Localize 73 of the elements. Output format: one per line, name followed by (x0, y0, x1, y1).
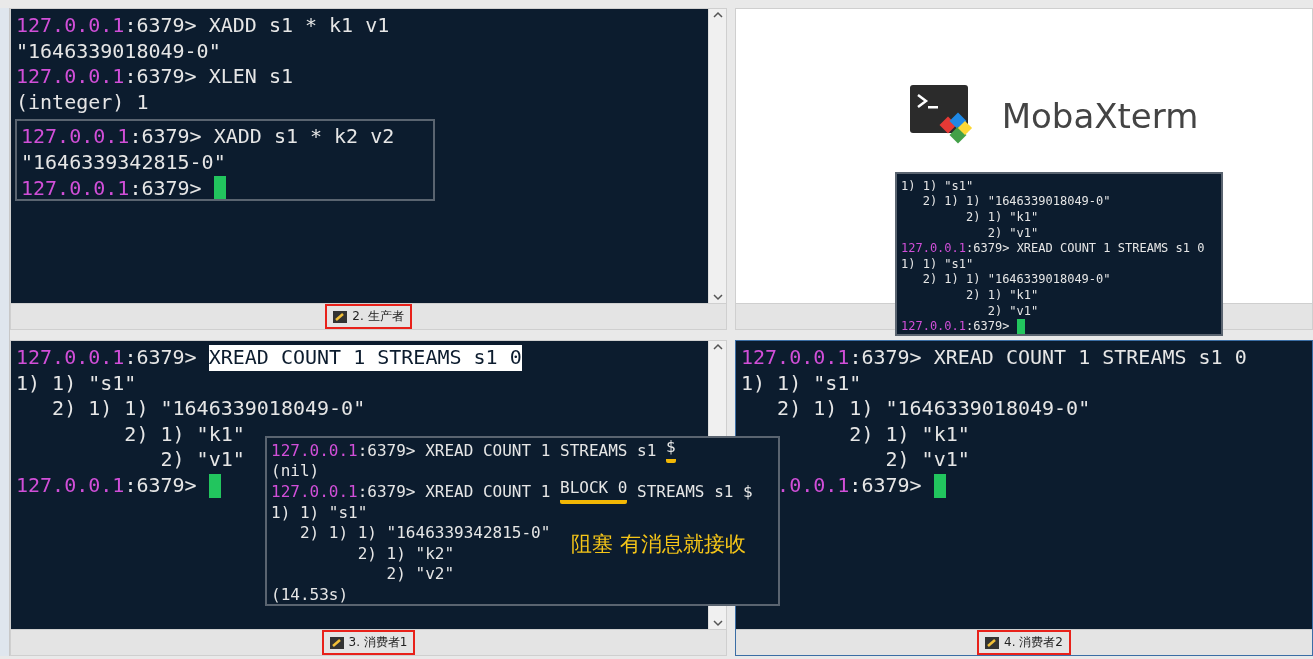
session-tab[interactable]: 3. 消费者1 (321, 630, 416, 655)
app-logo-text: MobaXterm (1001, 96, 1199, 136)
output-text: (14.53s) (271, 584, 349, 604)
output-text: 1) 1) "s1" (16, 370, 137, 397)
output-text: 2) 1) "k1" (848, 421, 970, 448)
output-text: 2) 1) "k1" (965, 210, 1039, 224)
prompt-port: :6379> (849, 472, 923, 499)
prompt-host: 127.0.0.1 (21, 176, 130, 199)
key-icon (333, 310, 348, 323)
output-text: 1) 1) "s1" (901, 178, 974, 193)
scroll-up-icon[interactable] (712, 11, 723, 18)
output-text: 2) 1) 1) "1646339018049-0" (776, 396, 1091, 422)
prompt-port: :6379> (966, 241, 1011, 256)
command-text: XREAD COUNT 1 STREAMS s1 0 (933, 345, 1247, 371)
output-text: 2) "v2" (385, 564, 455, 584)
output-text: 2) 1) 1) "1646339018049-0" (51, 396, 366, 422)
output-text: 2) 1) 1) "1646339342815-0" (298, 523, 551, 543)
prompt-port: :6379> (124, 64, 198, 90)
prompt-host: .0.0.1 (777, 472, 850, 499)
prompt-host: 127.0.0.1 (901, 319, 967, 334)
scroll-down-icon[interactable] (712, 294, 723, 301)
output-text: 2) 1) "k1" (123, 421, 245, 448)
output-text: 1) 1) "s1" (271, 502, 368, 522)
prompt-port: :6379> (124, 345, 198, 371)
output-text: 2) "v1" (986, 225, 1039, 240)
prompt-host: 127.0.0.1 (16, 472, 125, 499)
scroll-up-icon[interactable] (712, 343, 723, 350)
command-text: XREAD COUNT 1 STREAMS s1 (425, 440, 658, 460)
session-tab[interactable]: 2. 生产者 (325, 304, 412, 329)
prompt-host: 127.0.0.1 (901, 241, 967, 256)
output-text: 1) 1) "s1" (741, 370, 862, 397)
key-icon (329, 636, 344, 649)
prompt-host: 127.0.0.1 (21, 124, 130, 148)
output-text: 2) 1) "k1" (965, 287, 1039, 302)
command-text: XREAD COUNT 1 STREAMS s1 0 (1016, 241, 1205, 256)
output-text: 2) 1) 1) "1646339018049-0" (921, 194, 1111, 209)
prompt-host: 127.0.0.1 (16, 345, 125, 371)
command-text: XLEN s1 (208, 64, 293, 90)
command-text: XADD s1 * k2 v2 (213, 124, 395, 148)
output-text: (nil) (271, 461, 320, 481)
output-text: "1646339342815-0" (21, 150, 226, 174)
output-text: 1) 1) "s1" (901, 256, 974, 271)
prompt-port: :6379> (357, 482, 417, 501)
command-text: BLOCK 0 (560, 478, 628, 505)
scroll-down-icon[interactable] (712, 620, 723, 627)
prompt-port: :6379> (124, 13, 198, 39)
prompt-port: :6379> (129, 176, 203, 199)
selected-command-text: XREAD COUNT 1 STREAMS s1 0 (208, 345, 522, 371)
annotation-text: 阻塞 有消息就接收 (571, 531, 746, 558)
command-text: STREAMS s1 $ (636, 482, 753, 501)
prompt-host: 127.0.0.1 (271, 482, 358, 501)
prompt-port: :6379> (124, 472, 198, 499)
prompt-port: :6379> (849, 345, 923, 371)
output-text: 2) "v1" (986, 303, 1039, 318)
command-text: XREAD COUNT 1 (425, 482, 552, 501)
scrollbar[interactable] (708, 9, 726, 303)
output-text: 2) "v1" (884, 447, 970, 473)
output-text: 2) "v1" (159, 447, 245, 473)
prompt-host: 127.0.0.1 (741, 345, 850, 371)
prompt-port: :6379> (129, 124, 203, 148)
prompt-host: 127.0.0.1 (271, 440, 358, 460)
output-text: 2) 1) "k2" (356, 543, 455, 563)
session-tab[interactable]: 4. 消费者2 (977, 630, 1071, 655)
key-icon (985, 636, 1000, 649)
prompt-host: 127.0.0.1 (16, 13, 125, 39)
command-text: $ (665, 438, 676, 464)
output-text: "1646339018049-0" (16, 38, 221, 65)
prompt-port: :6379> (966, 319, 1011, 334)
prompt-host: 127.0.0.1 (16, 64, 125, 90)
command-text: XADD s1 * k1 v1 (208, 13, 390, 39)
prompt-port: :6379> (357, 440, 417, 460)
output-text: 2) 1) 1) "1646339018049-0" (921, 272, 1111, 287)
output-text: (integer) 1 (16, 89, 149, 116)
